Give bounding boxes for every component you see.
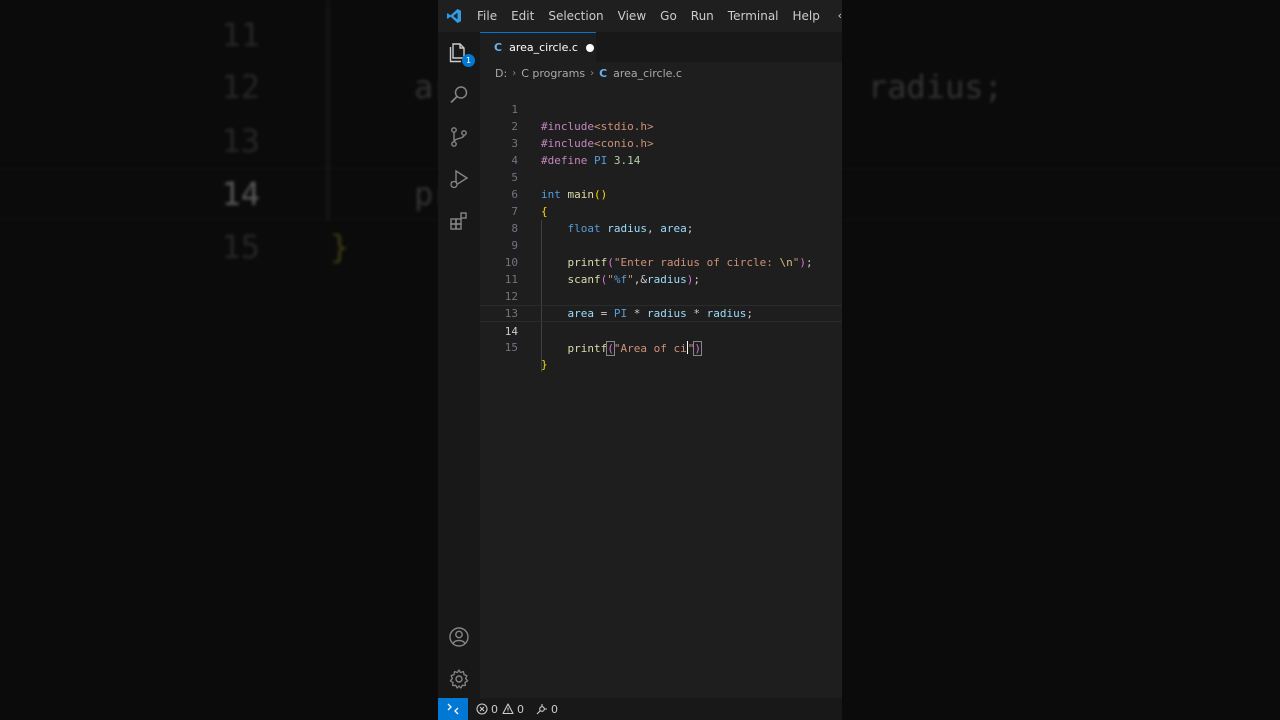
window-control-icon[interactable]: ‹ bbox=[838, 9, 842, 22]
menu-terminal[interactable]: Terminal bbox=[721, 0, 786, 32]
vscode-window: File Edit Selection View Go Run Terminal… bbox=[438, 0, 842, 720]
explorer-badge: 1 bbox=[462, 54, 475, 67]
chevron-right-icon: › bbox=[590, 67, 595, 79]
accounts-button[interactable] bbox=[438, 616, 480, 658]
line-source: printf("Area of ci") bbox=[567, 341, 702, 356]
tab-label: area_circle.c bbox=[509, 41, 578, 54]
backdrop-line-number: 13 bbox=[221, 122, 260, 160]
editor-area: C area_circle.c D: › C programs › C area… bbox=[480, 32, 842, 698]
ports-count: 0 bbox=[551, 702, 558, 716]
search-icon bbox=[450, 86, 468, 104]
extensions-button[interactable] bbox=[438, 200, 480, 242]
code-line-current: 14 printf("Area of ci") bbox=[480, 305, 842, 356]
code-line: 6 { bbox=[480, 169, 842, 218]
run-debug-button[interactable] bbox=[438, 158, 480, 200]
menu-view[interactable]: View bbox=[611, 0, 653, 32]
code-line: 4 bbox=[480, 135, 842, 167]
breadcrumb-drive[interactable]: D: bbox=[495, 67, 507, 80]
extensions-icon bbox=[450, 212, 467, 230]
code-line: 11 bbox=[480, 254, 842, 286]
ports-icon bbox=[536, 704, 547, 715]
remote-icon bbox=[447, 703, 459, 715]
chevron-right-icon: › bbox=[512, 67, 517, 79]
breadcrumb: D: › C programs › C area_circle.c bbox=[480, 62, 842, 84]
code-line: 2 #include<conio.h> bbox=[480, 101, 842, 150]
code-line: 12 area = PI * radius * radius; bbox=[480, 271, 842, 320]
warning-count: 0 bbox=[517, 702, 524, 716]
code-line: 3 #define PI 3.14 bbox=[480, 118, 842, 167]
gear-icon bbox=[449, 669, 469, 689]
error-icon bbox=[476, 703, 488, 715]
backdrop-indent-guide bbox=[327, 0, 329, 220]
breadcrumb-file[interactable]: area_circle.c bbox=[613, 67, 682, 80]
tab-area-circle[interactable]: C area_circle.c bbox=[480, 32, 596, 62]
code-line: 9 printf("Enter radius of circle: \n"); bbox=[480, 220, 842, 269]
backdrop-fragment: radius; bbox=[868, 68, 1003, 106]
menu-help[interactable]: Help bbox=[786, 0, 827, 32]
backdrop-line-number: 15 bbox=[221, 228, 260, 266]
backdrop-line-number: 12 bbox=[221, 68, 260, 106]
backdrop-line-number: 14 bbox=[221, 175, 260, 213]
menu-bar: File Edit Selection View Go Run Terminal… bbox=[470, 0, 827, 32]
code-line: 15 } bbox=[480, 322, 842, 371]
backdrop-line-number: 11 bbox=[221, 16, 260, 54]
unsaved-dot-icon[interactable] bbox=[585, 43, 594, 52]
source-control-button[interactable] bbox=[438, 116, 480, 158]
title-bar: File Edit Selection View Go Run Terminal… bbox=[438, 0, 842, 32]
code-line: 1 #include<stdio.h> bbox=[480, 84, 842, 133]
c-file-icon: C bbox=[494, 41, 503, 54]
menu-go[interactable]: Go bbox=[653, 0, 684, 32]
warning-icon bbox=[502, 703, 514, 715]
vscode-logo-icon bbox=[438, 0, 470, 32]
ports-button[interactable]: 0 bbox=[536, 703, 558, 716]
backdrop-fragment: } bbox=[330, 228, 350, 266]
tab-bar: C area_circle.c bbox=[480, 32, 842, 62]
source-control-icon bbox=[451, 127, 467, 147]
code-line: 7 float radius, area; bbox=[480, 186, 842, 235]
status-bar: 0 0 0 bbox=[438, 698, 842, 720]
run-debug-icon bbox=[450, 169, 469, 189]
menu-selection[interactable]: Selection bbox=[541, 0, 610, 32]
breadcrumb-folder[interactable]: C programs bbox=[521, 67, 585, 80]
remote-button[interactable] bbox=[438, 698, 468, 720]
code-editor[interactable]: 1 #include<stdio.h> 2 #include<conio.h> … bbox=[480, 84, 842, 372]
error-count: 0 bbox=[491, 702, 498, 716]
line-number: 15 bbox=[504, 341, 518, 354]
activity-bar: 1 bbox=[438, 32, 480, 698]
explorer-button[interactable]: 1 bbox=[438, 32, 480, 74]
line-source: } bbox=[541, 358, 548, 371]
search-button[interactable] bbox=[438, 74, 480, 116]
menu-edit[interactable]: Edit bbox=[504, 0, 541, 32]
menu-run[interactable]: Run bbox=[684, 0, 721, 32]
code-line: 5 int main() bbox=[480, 152, 842, 201]
code-line: 10 scanf("%f",&radius); bbox=[480, 237, 842, 286]
menu-file[interactable]: File bbox=[470, 0, 504, 32]
account-icon bbox=[449, 627, 469, 647]
manage-button[interactable] bbox=[438, 658, 480, 700]
problems-button[interactable]: 0 0 bbox=[476, 703, 524, 716]
code-line: 13 bbox=[480, 288, 842, 320]
code-line: 8 bbox=[480, 203, 842, 235]
c-file-icon: C bbox=[599, 66, 608, 80]
